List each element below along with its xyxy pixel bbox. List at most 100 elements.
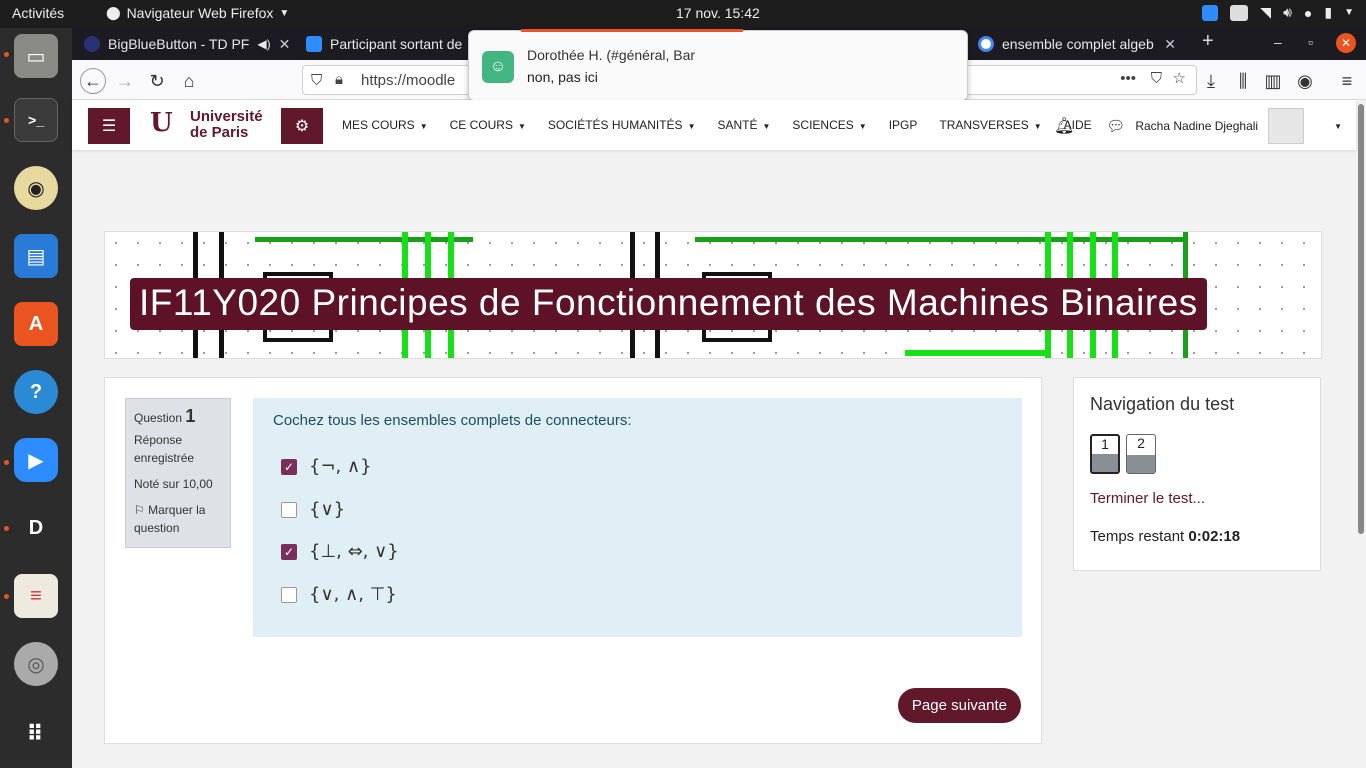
help-icon[interactable]: ? — [14, 370, 58, 414]
zoom-tray-icon[interactable] — [1202, 4, 1219, 21]
answer-label[interactable]: {∨} — [309, 499, 345, 520]
checkbox-checked[interactable]: ✓ — [281, 458, 297, 475]
chevron-down-icon[interactable]: ▼ — [1344, 7, 1354, 18]
finish-attempt-link[interactable]: Terminer le test... — [1090, 490, 1205, 507]
tab-bigbluebutton[interactable]: BigBlueButton - TD PF ◀) ✕ — [76, 28, 294, 60]
page-number: 1 — [1101, 436, 1109, 452]
time-label: Temps restant — [1090, 528, 1185, 545]
forward-icon[interactable]: → — [112, 68, 138, 94]
microphone-icon[interactable]: ● — [1304, 5, 1312, 21]
new-tab-button[interactable]: + — [1202, 30, 1214, 53]
back-icon[interactable]: ← — [80, 68, 106, 94]
logisim-icon[interactable]: D — [14, 506, 58, 550]
account-icon[interactable]: ◉ — [1292, 68, 1318, 94]
zoom-icon[interactable]: ▶ — [14, 438, 58, 482]
minimize-icon[interactable]: – — [1274, 34, 1282, 50]
menu-ipgp[interactable]: IPGP — [889, 118, 918, 132]
gnome-top-bar: Activités ⬤ Navigateur Web Firefox ▼ 17 … — [0, 0, 1366, 28]
speaker-icon[interactable]: ◀) — [257, 37, 270, 51]
answer-option[interactable]: ✓ {⊥, ⇔, ∨} — [281, 541, 399, 562]
download-icon[interactable]: ⤓ — [1198, 68, 1224, 94]
drawer-toggle-button[interactable]: ☰ — [88, 108, 130, 144]
running-indicator — [4, 526, 9, 531]
hamburger-menu-icon[interactable]: ≡ — [1334, 68, 1360, 94]
page-number: 2 — [1137, 435, 1145, 451]
home-icon[interactable]: ⌂ — [176, 68, 202, 94]
discord-icon: ☺ — [482, 51, 514, 83]
disc-icon[interactable]: ◎ — [14, 642, 58, 686]
answer-label[interactable]: {⊥, ⇔, ∨} — [309, 541, 399, 562]
running-indicator — [4, 460, 9, 465]
answer-label[interactable]: {∨, ∧, ⊤} — [309, 584, 397, 605]
star-icon[interactable]: ☆ — [1173, 69, 1186, 87]
tab-label: BigBlueButton - TD PF — [108, 36, 250, 52]
tab-zoom-participant[interactable]: Participant sortant de — [298, 28, 470, 60]
checkbox[interactable] — [281, 501, 297, 518]
menu-transverses[interactable]: TRANSVERSES ▼ — [939, 118, 1041, 132]
tab-label: Participant sortant de — [330, 36, 463, 52]
dock: ▭ >_ ◉ ▤ A ? ▶ D ≡ ◎ ⠿ — [0, 28, 72, 768]
checkbox[interactable] — [281, 586, 297, 603]
answer-option[interactable]: {∨} — [281, 499, 345, 520]
flag-question-link[interactable]: ⚐ Marquer la question — [134, 501, 222, 537]
running-indicator — [4, 594, 9, 599]
wifi-icon[interactable]: ◥ — [1260, 4, 1271, 21]
discord-tray-icon[interactable] — [1230, 4, 1249, 21]
activities-button[interactable]: Activités — [12, 5, 64, 21]
settings-cog-button[interactable]: ⚙ — [281, 108, 323, 144]
chat-icon[interactable]: 💬︎ — [1106, 117, 1125, 135]
rhythmbox-icon[interactable]: ◉ — [14, 166, 58, 210]
writer-icon[interactable]: ▤ — [14, 234, 58, 278]
reader-icon[interactable]: ≡ — [14, 574, 58, 618]
page-scrollbar[interactable] — [1358, 104, 1364, 534]
quiz-page-2-button[interactable]: 2 — [1126, 434, 1156, 474]
user-name[interactable]: Racha Nadine Djeghali — [1135, 119, 1258, 133]
bell-icon[interactable]: 🔔︎ — [1054, 116, 1074, 136]
tab-google-search[interactable]: ensemble complet algeb ✕ — [970, 28, 1184, 60]
discord-notification[interactable]: ☺ Dorothée H. (#général, Bar non, pas ic… — [468, 29, 968, 101]
answer-option[interactable]: ✓ {¬, ∧} — [281, 456, 372, 477]
volume-icon[interactable]: 🔊︎ — [1283, 4, 1292, 21]
app-menu[interactable]: ⬤ Navigateur Web Firefox ▼ — [106, 5, 289, 21]
user-area: 🔔︎ 💬︎ Racha Nadine Djeghali ▼ — [1054, 108, 1356, 144]
reload-icon[interactable]: ↻ — [144, 68, 170, 94]
battery-icon[interactable]: ▮ — [1324, 4, 1332, 21]
close-window-icon[interactable]: ✕ — [1336, 33, 1356, 53]
avatar[interactable] — [1268, 108, 1305, 144]
menu-societes-humanites[interactable]: SOCIÉTÉS HUMANITÉS ▼ — [548, 118, 696, 132]
question-label: Question — [134, 411, 183, 425]
course-title: IF11Y020 Principes de Fonctionnement des… — [130, 278, 1207, 330]
notification-progress — [521, 29, 743, 32]
question-grade: Noté sur 10,00 — [134, 477, 213, 491]
checkbox-checked[interactable]: ✓ — [281, 543, 297, 560]
clock[interactable]: 17 nov. 15:42 — [676, 5, 760, 21]
user-menu-caret-icon[interactable]: ▼ — [1334, 122, 1342, 131]
next-page-button[interactable]: Page suivante — [897, 688, 1021, 723]
quiz-question-panel: Question 1 Réponse enregistrée Noté sur … — [104, 377, 1042, 744]
library-icon[interactable]: ⫼ — [1230, 68, 1256, 94]
moodle-header: ☰ U Université de Paris ⚙ MES COURS ▼ CE C… — [72, 100, 1356, 150]
menu-sante[interactable]: SANTÉ ▼ — [717, 118, 770, 132]
software-icon[interactable]: A — [14, 302, 58, 346]
url-text[interactable]: https://moodle — [361, 72, 455, 89]
menu-sciences[interactable]: SCIENCES ▼ — [792, 118, 866, 132]
time-value: 0:02:18 — [1188, 528, 1241, 545]
close-icon[interactable]: ✕ — [279, 36, 291, 53]
shield-icon[interactable]: ⛉ — [311, 72, 322, 89]
university-logo[interactable]: U Université de Paris — [150, 108, 263, 142]
maximize-icon[interactable]: ▫ — [1308, 34, 1313, 50]
caret-down-icon: ▼ — [419, 122, 428, 131]
grid-icon[interactable]: ⠿ — [14, 712, 58, 756]
sidebar-icon[interactable]: ▥ — [1260, 68, 1286, 94]
menu-mes-cours[interactable]: MES COURS ▼ — [342, 118, 428, 132]
page-actions-icon[interactable]: ••• — [1120, 70, 1136, 87]
system-tray[interactable]: ◥ 🔊︎ ● ▮ ▼ — [1202, 4, 1354, 21]
pocket-icon[interactable]: ⛉ — [1151, 70, 1162, 87]
answer-option[interactable]: {∨, ∧, ⊤} — [281, 584, 397, 605]
menu-ce-cours[interactable]: CE COURS ▼ — [450, 118, 526, 132]
close-icon[interactable]: ✕ — [1164, 36, 1176, 53]
files-icon[interactable]: ▭ — [14, 34, 58, 78]
quiz-page-1-button[interactable]: 1 — [1090, 434, 1120, 474]
answer-label[interactable]: {¬, ∧} — [309, 456, 372, 477]
terminal-icon[interactable]: >_ — [14, 98, 58, 142]
